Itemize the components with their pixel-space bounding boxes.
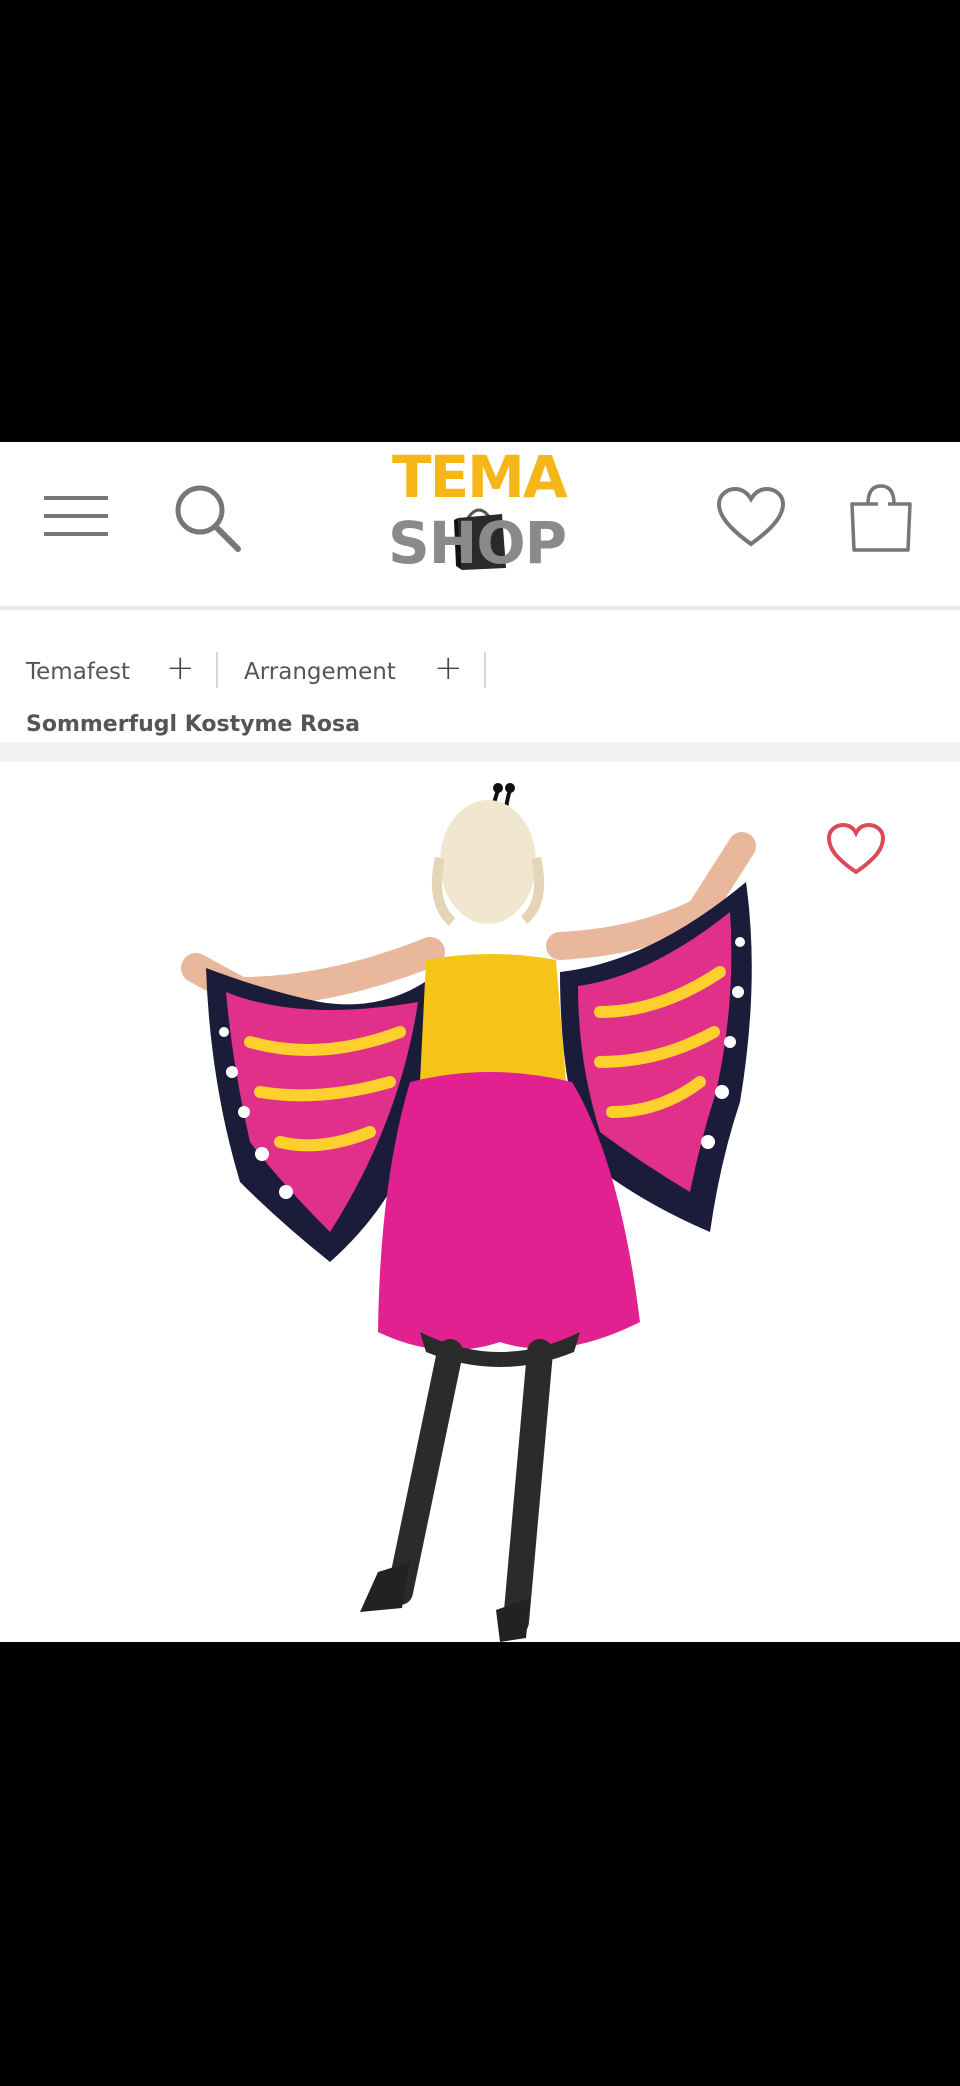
product-image-area[interactable]: [0, 762, 960, 1642]
nav-item-label: Temafest: [26, 659, 131, 685]
site-logo[interactable]: TEMA SHOP: [380, 448, 580, 588]
shopping-bag-icon: [850, 484, 912, 552]
expand-arrangement-button[interactable]: +: [434, 648, 463, 688]
expand-temafest-button[interactable]: +: [166, 648, 195, 688]
logo-shop-text: SHOP: [388, 509, 567, 577]
search-button[interactable]: [172, 482, 242, 554]
site-header: TEMA SHOP: [0, 442, 960, 610]
hair: [440, 800, 536, 924]
menu-icon: [44, 496, 108, 536]
cart-button[interactable]: [848, 482, 914, 554]
menu-button[interactable]: [40, 490, 112, 546]
search-icon: [175, 485, 241, 552]
bodice: [420, 954, 566, 1092]
section-divider: [0, 742, 960, 762]
category-nav: Temafest + Arrangement + Sommerfugl Kost…: [0, 622, 960, 754]
nav-divider: [484, 652, 486, 688]
product-image: [181, 783, 756, 1642]
app-screen: TEMA SHOP Temafest + Arrangement + Somme…: [0, 442, 960, 1642]
nav-divider: [216, 652, 218, 688]
nav-item-arrangement[interactable]: Arrangement: [244, 652, 396, 692]
wishlist-button[interactable]: [716, 486, 786, 550]
logo-tema-text: TEMA: [392, 443, 568, 511]
heart-icon: [716, 486, 786, 547]
nav-item-label: Arrangement: [244, 659, 396, 685]
nav-item-temafest[interactable]: Temafest: [26, 652, 130, 692]
product-title: Sommerfugl Kostyme Rosa: [26, 712, 360, 737]
